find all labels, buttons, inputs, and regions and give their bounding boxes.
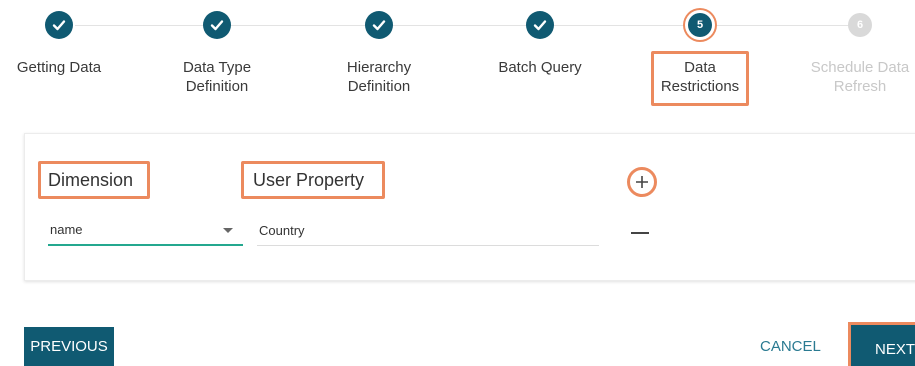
step-label: Getting Data [16, 59, 102, 76]
check-icon [210, 20, 224, 31]
step-number: 6 [856, 19, 864, 31]
active-step-highlight [651, 51, 749, 106]
step-number: 5 [696, 19, 704, 31]
stepper-line [75, 25, 850, 26]
remove-row-button[interactable] [631, 232, 649, 234]
user-property-value: Country [259, 223, 305, 238]
restrictions-card [24, 133, 915, 281]
cancel-button[interactable]: CANCEL [760, 338, 821, 355]
check-icon [372, 20, 386, 31]
step-done-circle [45, 11, 73, 39]
step-label: Hierarchy Definition [346, 59, 412, 95]
step-done-circle [526, 11, 554, 39]
next-button[interactable]: NEXT [848, 322, 915, 366]
add-row-button[interactable] [627, 167, 657, 197]
step-done-circle [203, 11, 231, 39]
plus-icon [636, 176, 648, 188]
dimension-select-value: name [50, 222, 83, 237]
step-label: Batch Query [498, 59, 582, 76]
step-pending-circle: 6 [848, 13, 872, 37]
check-icon [533, 20, 547, 31]
dimension-header-highlight [38, 161, 150, 199]
user-property-header-highlight [241, 161, 385, 199]
step-label: Data Type Definition [182, 59, 252, 95]
caret-down-icon [223, 228, 233, 233]
wizard-stepper: Getting Data Data Type Definition Hierar… [0, 0, 915, 110]
step-done-circle [365, 11, 393, 39]
check-icon [52, 20, 66, 31]
previous-button[interactable]: PREVIOUS [24, 327, 114, 366]
dimension-select[interactable]: name [48, 218, 243, 246]
step-label: Schedule Data Refresh [810, 59, 910, 95]
user-property-field[interactable]: Country [257, 218, 599, 246]
step-active-circle: 5 [688, 13, 712, 37]
